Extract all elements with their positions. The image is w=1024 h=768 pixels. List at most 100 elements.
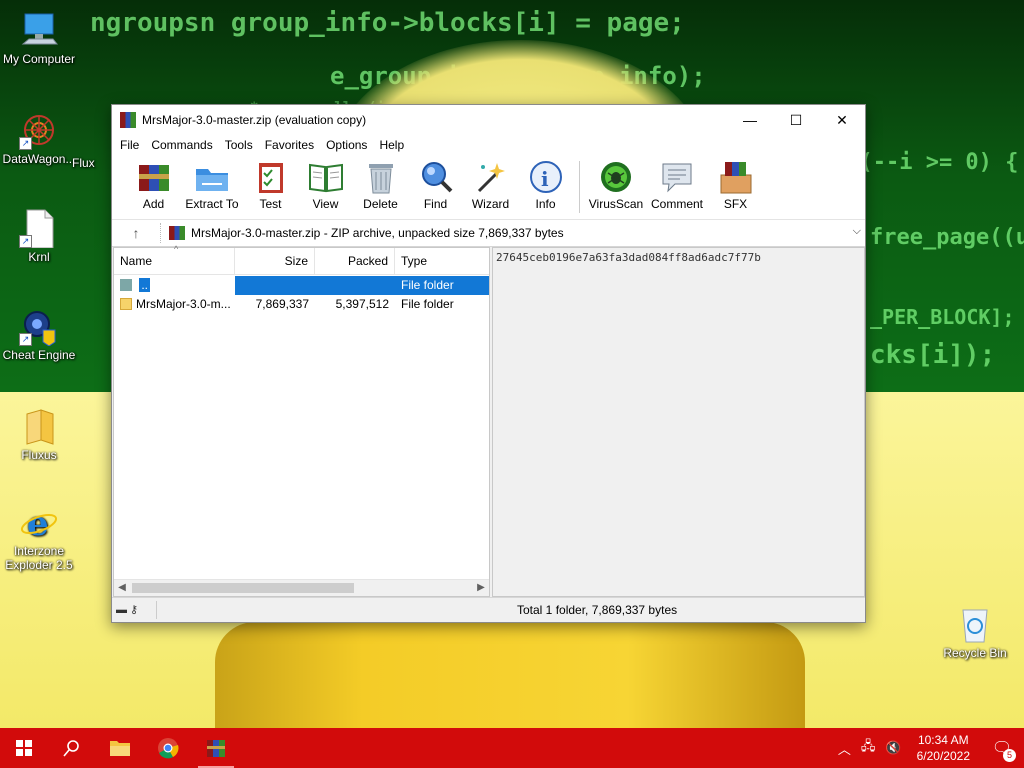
taskbar-file-explorer[interactable] (96, 728, 144, 768)
toolbar-add-button[interactable]: Add (126, 155, 181, 211)
toolbar-delete-button[interactable]: Delete (353, 155, 408, 211)
toolbar-wizard-button[interactable]: Wizard (463, 155, 518, 211)
menu-help[interactable]: Help (373, 138, 410, 152)
file-list-header: Name Size Packed Type (114, 248, 489, 275)
desktop-icon-krnl[interactable]: ↗ Krnl (0, 208, 78, 264)
status-drive-key-icons: ▬ ⚷ (112, 601, 157, 619)
column-header-type[interactable]: Type (395, 248, 489, 274)
row-name: MrsMajor-3.0-m... (136, 297, 231, 311)
search-button[interactable] (48, 728, 96, 768)
shortcut-arrow-icon: ↗ (19, 333, 32, 346)
winrar-icon (207, 740, 225, 757)
row-name-cell: .. (114, 276, 235, 295)
menu-commands[interactable]: Commands (145, 138, 218, 152)
toolbar-label: Test (259, 197, 282, 211)
desktop-icon-datawagon[interactable]: ↗ DataWagon... (0, 110, 78, 166)
table-row[interactable]: .. File folder (114, 276, 489, 295)
comment-bubble-icon (659, 159, 695, 195)
row-size (235, 276, 315, 295)
virus-bug-icon (598, 159, 634, 195)
desktop-icon-label: Cheat Engine (2, 348, 76, 362)
volume-muted-icon[interactable]: 🔇 (880, 740, 906, 756)
address-bar: ↑ MrsMajor-3.0-master.zip - ZIP archive,… (112, 220, 865, 247)
up-arrow-button[interactable]: ↑ (112, 223, 161, 243)
taskbar-winrar[interactable] (192, 728, 240, 768)
desktop-icon-flux[interactable]: Flux (72, 142, 112, 170)
action-center-button[interactable]: 🗨 5 (980, 728, 1024, 768)
clock-time: 10:34 AM (917, 733, 969, 747)
wallpaper-code-line: _PER_BLOCK]; (870, 305, 1015, 329)
network-icon[interactable]: 🖧 (856, 737, 881, 759)
desktop-icon-cheat-engine[interactable]: ↗ Cheat Engine (0, 306, 78, 362)
info-icon: i (528, 159, 564, 195)
menu-favorites[interactable]: Favorites (259, 138, 320, 152)
scroll-right-arrow-icon[interactable]: ▶ (473, 580, 489, 596)
wallpaper-code-line: ngroupsn group_info->blocks[i] = page; (90, 8, 685, 38)
row-size: 7,869,337 (255, 297, 309, 311)
desktop-icon-my-computer[interactable]: My Computer (0, 10, 78, 66)
column-header-packed[interactable]: Packed (315, 248, 395, 274)
toolbar-test-button[interactable]: Test (243, 155, 298, 211)
file-list-pane: Name Size Packed Type ^ .. File folder M… (113, 244, 490, 597)
desktop-icon-interzone-exploder[interactable]: e Interzone Exploder 2.5 (0, 502, 78, 572)
desktop-icon-label: Flux (72, 156, 95, 170)
winrar-window: MrsMajor-3.0-master.zip (evaluation copy… (111, 104, 866, 623)
file-explorer-icon (110, 741, 130, 756)
window-title: MrsMajor-3.0-master.zip (evaluation copy… (142, 113, 367, 127)
cheat-engine-icon: ↗ (19, 306, 59, 347)
maximize-button[interactable]: ☐ (773, 105, 819, 135)
parent-folder-icon (120, 279, 132, 291)
toolbar-sfx-button[interactable]: SFX (708, 155, 763, 211)
viewer-horizontal-scrollbar[interactable] (493, 580, 848, 596)
toolbar-view-button[interactable]: View (298, 155, 353, 211)
minimize-button[interactable]: — (727, 105, 773, 135)
menu-tools[interactable]: Tools (219, 138, 259, 152)
show-hidden-icons-chevron-icon[interactable]: ︿ (833, 739, 856, 758)
window-titlebar[interactable]: MrsMajor-3.0-master.zip (evaluation copy… (112, 105, 865, 135)
desktop-icon-fluxus[interactable]: Fluxus (0, 406, 78, 462)
toolbar-virusscan-button[interactable]: VirusScan (586, 155, 646, 211)
menu-options[interactable]: Options (320, 138, 373, 152)
row-type: File folder (395, 276, 489, 295)
address-field[interactable]: MrsMajor-3.0-master.zip - ZIP archive, u… (165, 223, 865, 243)
windows-logo-icon (16, 740, 32, 756)
table-row[interactable]: MrsMajor-3.0-m... 7,869,337 5,397,512 Fi… (114, 295, 489, 314)
toolbar-comment-button[interactable]: Comment (646, 155, 708, 211)
toolbar-info-button[interactable]: i Info (518, 155, 573, 211)
start-button[interactable] (0, 728, 48, 768)
toolbar-label: Delete (363, 197, 398, 211)
menu-file[interactable]: File (114, 138, 145, 152)
datawagon-icon: ↗ (19, 110, 59, 150)
desktop-icon-recycle-bin[interactable]: Recycle Bin (936, 604, 1014, 660)
viewer-pane: 27645ceb0196e7a63fa3dad084ff8ad6adc7f77b (492, 247, 865, 597)
clock[interactable]: 10:34 AM 6/20/2022 (907, 732, 980, 764)
sort-ascending-icon: ^ (174, 244, 179, 254)
close-button[interactable]: ✕ (819, 105, 865, 135)
zip-archive-icon (169, 226, 185, 240)
toolbar-extract-button[interactable]: Extract To (181, 155, 243, 211)
toolbar-find-button[interactable]: Find (408, 155, 463, 211)
row-packed: 5,397,512 (335, 297, 389, 311)
scrollbar-thumb[interactable] (132, 583, 354, 593)
winrar-app-icon (120, 112, 136, 128)
chevron-down-icon[interactable]: ⌵ (853, 225, 861, 238)
scroll-left-arrow-icon[interactable]: ◀ (114, 580, 130, 596)
svg-text:i: i (541, 167, 549, 191)
notification-badge: 5 (1003, 749, 1016, 762)
wallpaper-code-line: cks[i]); (870, 340, 996, 370)
status-bar: ▬ ⚷ Total 1 folder, 7,869,337 bytes (112, 597, 865, 622)
panes-area: Name Size Packed Type ^ .. File folder M… (112, 244, 865, 597)
test-clipboard-icon (253, 159, 289, 195)
file-list-horizontal-scrollbar[interactable]: ◀ ▶ (114, 579, 489, 596)
folder-icon (120, 298, 132, 310)
clock-date: 6/20/2022 (916, 749, 970, 763)
column-header-size[interactable]: Size (235, 248, 315, 274)
search-icon (63, 740, 79, 757)
toolbar-separator (579, 161, 580, 213)
desktop-icon-label: Fluxus (21, 448, 57, 462)
desktop-icon-label: My Computer (2, 52, 76, 66)
status-text: Total 1 folder, 7,869,337 bytes (517, 603, 678, 617)
viewer-vertical-scrollbar[interactable] (848, 248, 864, 580)
taskbar-chrome[interactable] (144, 728, 192, 768)
desktop-icon-label: Recycle Bin (943, 646, 1007, 660)
